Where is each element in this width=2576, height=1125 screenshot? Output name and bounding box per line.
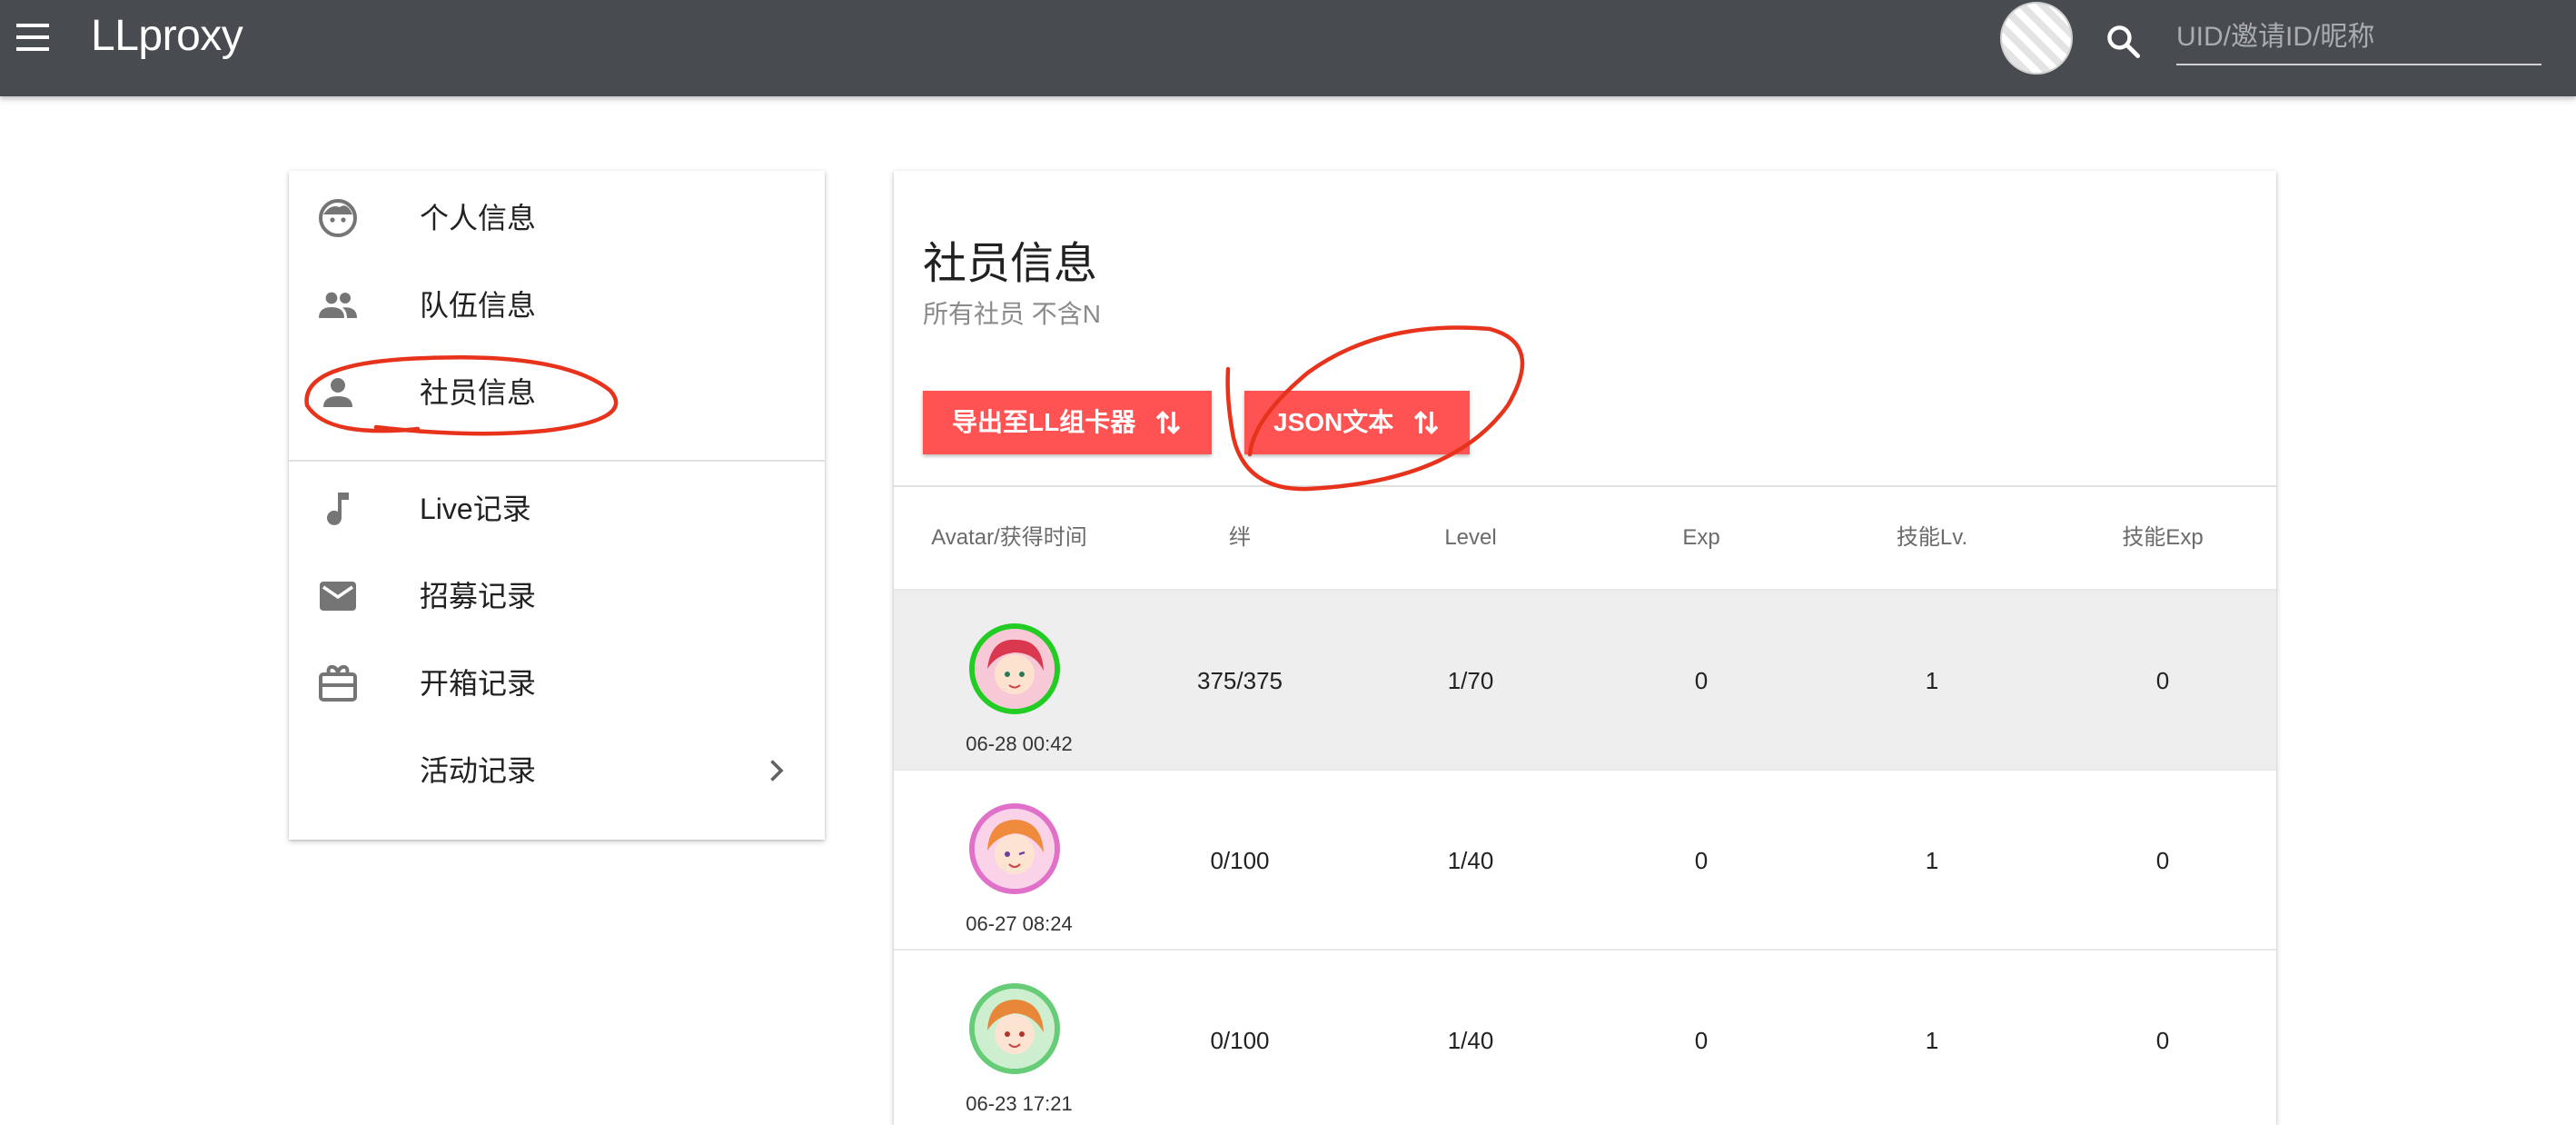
sidebar-item-label: Live记录	[420, 493, 531, 525]
level-value: 1/40	[1447, 847, 1494, 874]
sidebar-item-label: 社员信息	[420, 376, 537, 409]
column-header-level[interactable]: Level	[1355, 487, 1586, 589]
sidebar-item-box-records[interactable]: 开箱记录	[289, 640, 825, 727]
menu-icon[interactable]	[13, 20, 53, 56]
exp-value: 0	[1694, 847, 1709, 874]
export-to-ll-deck-builder-button[interactable]: 导出至LL组卡器	[923, 391, 1212, 454]
column-header-avatar[interactable]: Avatar/获得时间	[894, 487, 1125, 589]
gift-box-icon	[319, 664, 357, 702]
json-button-label: JSON文本	[1273, 408, 1394, 436]
top-app-bar: LLproxy	[0, 0, 2576, 96]
json-text-button[interactable]: JSON文本	[1244, 391, 1470, 454]
swap-vertical-icon	[1155, 410, 1181, 435]
sidebar-item-label: 活动记录	[420, 754, 537, 787]
bond-value: 375/375	[1197, 667, 1283, 694]
skill-lv-value: 1	[1925, 847, 1939, 874]
member-info-card: 社员信息 所有社员 不含N 导出至LL组卡器 JSON文本 Avatar/获得时…	[894, 171, 2276, 1125]
column-header-skill-exp[interactable]: 技能Exp	[2047, 487, 2276, 589]
column-header-bond[interactable]: 绊	[1125, 487, 1355, 589]
exp-value: 0	[1694, 1027, 1709, 1054]
bond-value: 0/100	[1210, 847, 1270, 874]
card-avatar[interactable]	[969, 623, 1060, 714]
character-portrait-image	[975, 989, 1055, 1069]
sidebar-item-member-info[interactable]: 社员信息	[289, 349, 825, 436]
obtained-time: 06-27 08:24	[966, 912, 1073, 935]
sidebar-item-event-records[interactable]: 活动记录	[289, 727, 825, 814]
table-row[interactable]: 06-27 08:24 0/100 1/40 0 1 0	[894, 769, 2276, 949]
skill-exp-value: 0	[2155, 1027, 2170, 1054]
swap-vertical-icon	[1413, 410, 1439, 435]
face-icon	[319, 199, 357, 237]
sidebar-item-label: 个人信息	[420, 202, 537, 234]
page-title: 社员信息	[923, 240, 1098, 288]
music-note-icon	[327, 493, 349, 525]
level-value: 1/40	[1447, 1027, 1494, 1054]
skill-lv-value: 1	[1925, 1027, 1939, 1054]
search-icon[interactable]	[2104, 22, 2144, 62]
sidebar-item-team-info[interactable]: 队伍信息	[289, 262, 825, 349]
sidebar-item-live-records[interactable]: Live记录	[289, 465, 825, 553]
search-input[interactable]	[2176, 11, 2541, 65]
person-icon	[323, 378, 352, 407]
skill-lv-value: 1	[1925, 667, 1939, 694]
bond-value: 0/100	[1210, 1027, 1270, 1054]
sidebar-item-recruit-records[interactable]: 招募记录	[289, 553, 825, 640]
obtained-time: 06-23 17:21	[966, 1092, 1073, 1115]
skill-exp-value: 0	[2155, 847, 2170, 874]
mail-icon	[320, 582, 356, 611]
export-button-label: 导出至LL组卡器	[952, 408, 1136, 436]
sidebar-nav: 个人信息 队伍信息 社员信息 Live记录 招募记录 开箱记录 活动记录	[289, 171, 825, 840]
sidebar-item-label: 开箱记录	[420, 667, 537, 700]
exp-value: 0	[1694, 667, 1709, 694]
column-header-skill-lv[interactable]: 技能Lv.	[1817, 487, 2047, 589]
level-value: 1/70	[1447, 667, 1494, 694]
obtained-time: 06-28 00:42	[966, 732, 1073, 755]
sidebar-item-personal-info[interactable]: 个人信息	[289, 174, 825, 262]
character-portrait-image	[975, 629, 1055, 709]
sidebar-item-label: 队伍信息	[420, 289, 537, 322]
table-header: Avatar/获得时间 绊 Level Exp 技能Lv. 技能Exp	[894, 487, 2276, 589]
group-icon	[319, 292, 357, 318]
character-portrait-image	[975, 809, 1055, 889]
table-row[interactable]: 06-23 17:21 0/100 1/40 0 1 0	[894, 949, 2276, 1125]
sidebar-divider	[289, 460, 825, 462]
page-subtitle: 所有社员 不含N	[923, 300, 1102, 328]
column-header-exp[interactable]: Exp	[1586, 487, 1817, 589]
skill-exp-value: 0	[2155, 667, 2170, 694]
app-title[interactable]: LLproxy	[91, 11, 243, 61]
card-avatar[interactable]	[969, 983, 1060, 1074]
table-row[interactable]: 06-28 00:42 375/375 1/70 0 1 0	[894, 589, 2276, 769]
card-avatar[interactable]	[969, 803, 1060, 894]
chevron-right-icon	[770, 760, 784, 782]
sidebar-item-label: 招募记录	[420, 580, 537, 612]
user-avatar[interactable]	[2000, 2, 2073, 75]
